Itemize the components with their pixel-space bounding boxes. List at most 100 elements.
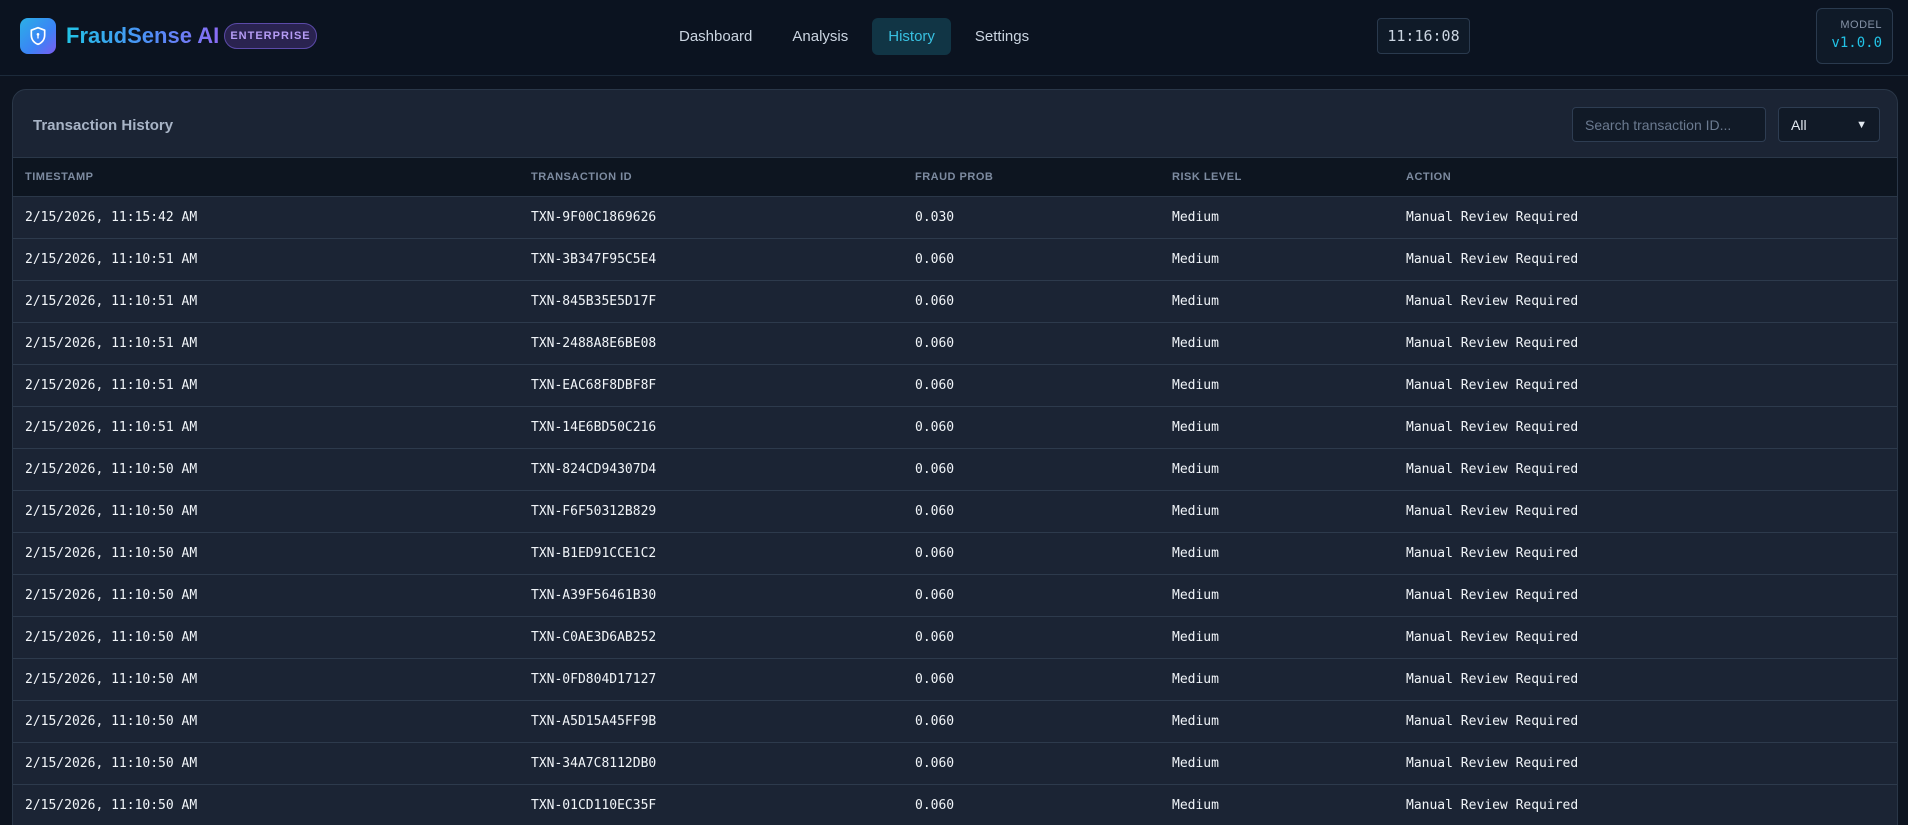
- table-row[interactable]: 2/15/2026, 11:15:42 AM TXN-9F00C1869626 0.…: [13, 197, 1897, 239]
- timestamp-cell: 2/15/2026, 11:10:50 AM: [25, 714, 198, 729]
- table-body: 2/15/2026, 11:15:42 AM TXN-9F00C1869626 0.…: [13, 197, 1897, 825]
- nav-history[interactable]: History: [872, 18, 951, 55]
- action-cell: Manual Review Required: [1406, 504, 1579, 519]
- column-header-timestamp[interactable]: TIMESTAMP: [25, 158, 93, 197]
- action-cell: Manual Review Required: [1406, 210, 1579, 225]
- risk-level-cell: Medium: [1172, 504, 1219, 519]
- transaction-id-cell: TXN-9F00C1869626: [531, 210, 657, 225]
- table-row[interactable]: 2/15/2026, 11:10:51 AM TXN-EAC68F8DBF8F 0.…: [13, 365, 1897, 407]
- table-row[interactable]: 2/15/2026, 11:10:51 AM TXN-14E6BD50C216 0.…: [13, 407, 1897, 449]
- action-cell: Manual Review Required: [1406, 630, 1579, 645]
- search-input[interactable]: [1572, 107, 1766, 142]
- table-row[interactable]: 2/15/2026, 11:10:50 AM TXN-A5D15A45FF9B 0.…: [13, 701, 1897, 743]
- table-row[interactable]: 2/15/2026, 11:10:50 AM TXN-B1ED91CCE1C2 0.…: [13, 533, 1897, 575]
- column-header-action[interactable]: ACTION: [1406, 158, 1451, 197]
- table-row[interactable]: 2/15/2026, 11:10:50 AM TXN-A39F56461B30 0.…: [13, 575, 1897, 617]
- transaction-id-cell: TXN-2488A8E6BE08: [531, 336, 657, 351]
- table-row[interactable]: 2/15/2026, 11:10:51 AM TXN-2488A8E6BE08 0.…: [13, 323, 1897, 365]
- action-cell: Manual Review Required: [1406, 756, 1579, 771]
- table-row[interactable]: 2/15/2026, 11:10:50 AM TXN-34A7C8112DB0 0.…: [13, 743, 1897, 785]
- transaction-id-cell: TXN-01CD110EC35F: [531, 798, 657, 813]
- risk-level-cell: Medium: [1172, 672, 1219, 687]
- risk-level-cell: Medium: [1172, 210, 1219, 225]
- transaction-id-cell: TXN-845B35E5D17F: [531, 294, 657, 309]
- table-row[interactable]: 2/15/2026, 11:10:50 AM TXN-01CD110EC35F 0.…: [13, 785, 1897, 825]
- table-row[interactable]: 2/15/2026, 11:10:50 AM TXN-C0AE3D6AB252 0.…: [13, 617, 1897, 659]
- table-row[interactable]: 2/15/2026, 11:10:51 AM TXN-845B35E5D17F 0.…: [13, 281, 1897, 323]
- risk-level-cell: Medium: [1172, 252, 1219, 267]
- fraud-prob-cell: 0.060: [915, 630, 955, 645]
- table-header: TIMESTAMP TRANSACTION ID FRAUD PROB RISK…: [13, 158, 1897, 197]
- risk-level-cell: Medium: [1172, 798, 1219, 813]
- table-row[interactable]: 2/15/2026, 11:10:50 AM TXN-824CD94307D4 0.…: [13, 449, 1897, 491]
- fraud-prob-cell: 0.060: [915, 378, 955, 393]
- table-row[interactable]: 2/15/2026, 11:10:50 AM TXN-F6F50312B829 0.…: [13, 491, 1897, 533]
- transaction-id-cell: TXN-3B347F95C5E4: [531, 252, 657, 267]
- action-cell: Manual Review Required: [1406, 588, 1579, 603]
- nav-dashboard[interactable]: Dashboard: [663, 18, 768, 55]
- timestamp-cell: 2/15/2026, 11:10:50 AM: [25, 798, 198, 813]
- model-info: MODEL v1.0.0: [1816, 8, 1893, 64]
- timestamp-cell: 2/15/2026, 11:10:50 AM: [25, 630, 198, 645]
- risk-level-cell: Medium: [1172, 588, 1219, 603]
- nav-analysis[interactable]: Analysis: [776, 18, 864, 55]
- top-header: FraudSense AI ENTERPRISE Dashboard Analy…: [0, 0, 1908, 76]
- timestamp-cell: 2/15/2026, 11:10:50 AM: [25, 672, 198, 687]
- fraud-prob-cell: 0.060: [915, 252, 955, 267]
- clock: 11:16:08: [1377, 18, 1470, 54]
- filter-value: All: [1791, 116, 1807, 133]
- panel-header: Transaction History All ▼: [13, 90, 1897, 158]
- brand-name: FraudSense AI: [66, 23, 220, 48]
- fraud-prob-cell: 0.060: [915, 462, 955, 477]
- fraud-prob-cell: 0.030: [915, 210, 955, 225]
- transaction-id-cell: TXN-34A7C8112DB0: [531, 756, 657, 771]
- fraud-prob-cell: 0.060: [915, 798, 955, 813]
- column-header-risk-level[interactable]: RISK LEVEL: [1172, 158, 1242, 197]
- action-cell: Manual Review Required: [1406, 546, 1579, 561]
- timestamp-cell: 2/15/2026, 11:10:50 AM: [25, 462, 198, 477]
- timestamp-cell: 2/15/2026, 11:10:50 AM: [25, 504, 198, 519]
- transaction-id-cell: TXN-14E6BD50C216: [531, 420, 657, 435]
- action-cell: Manual Review Required: [1406, 294, 1579, 309]
- timestamp-cell: 2/15/2026, 11:10:50 AM: [25, 756, 198, 771]
- action-cell: Manual Review Required: [1406, 798, 1579, 813]
- logo: [20, 18, 56, 54]
- column-header-fraud-prob[interactable]: FRAUD PROB: [915, 158, 993, 197]
- nav-settings[interactable]: Settings: [959, 18, 1045, 55]
- risk-level-cell: Medium: [1172, 546, 1219, 561]
- transaction-id-cell: TXN-0FD804D17127: [531, 672, 657, 687]
- fraud-prob-cell: 0.060: [915, 756, 955, 771]
- risk-filter-select[interactable]: All ▼: [1778, 107, 1880, 142]
- table-row[interactable]: 2/15/2026, 11:10:51 AM TXN-3B347F95C5E4 0.…: [13, 239, 1897, 281]
- risk-level-cell: Medium: [1172, 462, 1219, 477]
- model-version: v1.0.0: [1831, 35, 1882, 51]
- transaction-history-panel: Transaction History All ▼ TIMESTAMP TRAN…: [12, 89, 1898, 825]
- timestamp-cell: 2/15/2026, 11:10:50 AM: [25, 588, 198, 603]
- column-header-transaction-id[interactable]: TRANSACTION ID: [531, 158, 632, 197]
- fraud-prob-cell: 0.060: [915, 588, 955, 603]
- action-cell: Manual Review Required: [1406, 252, 1579, 267]
- transaction-id-cell: TXN-F6F50312B829: [531, 504, 657, 519]
- transaction-id-cell: TXN-EAC68F8DBF8F: [531, 378, 657, 393]
- risk-level-cell: Medium: [1172, 336, 1219, 351]
- transaction-id-cell: TXN-A5D15A45FF9B: [531, 714, 657, 729]
- timestamp-cell: 2/15/2026, 11:15:42 AM: [25, 210, 198, 225]
- fraud-prob-cell: 0.060: [915, 714, 955, 729]
- fraud-prob-cell: 0.060: [915, 336, 955, 351]
- timestamp-cell: 2/15/2026, 11:10:50 AM: [25, 546, 198, 561]
- enterprise-badge: ENTERPRISE: [224, 23, 317, 49]
- timestamp-cell: 2/15/2026, 11:10:51 AM: [25, 378, 198, 393]
- table-row[interactable]: 2/15/2026, 11:10:50 AM TXN-0FD804D17127 0.…: [13, 659, 1897, 701]
- fraud-prob-cell: 0.060: [915, 420, 955, 435]
- risk-level-cell: Medium: [1172, 714, 1219, 729]
- risk-level-cell: Medium: [1172, 756, 1219, 771]
- timestamp-cell: 2/15/2026, 11:10:51 AM: [25, 336, 198, 351]
- fraud-prob-cell: 0.060: [915, 294, 955, 309]
- panel-title: Transaction History: [33, 117, 174, 134]
- transaction-id-cell: TXN-A39F56461B30: [531, 588, 657, 603]
- transaction-id-cell: TXN-B1ED91CCE1C2: [531, 546, 657, 561]
- fraud-prob-cell: 0.060: [915, 504, 955, 519]
- main-nav: Dashboard Analysis History Settings: [663, 18, 1053, 55]
- transaction-id-cell: TXN-C0AE3D6AB252: [531, 630, 657, 645]
- chevron-down-icon: ▼: [1856, 118, 1867, 131]
